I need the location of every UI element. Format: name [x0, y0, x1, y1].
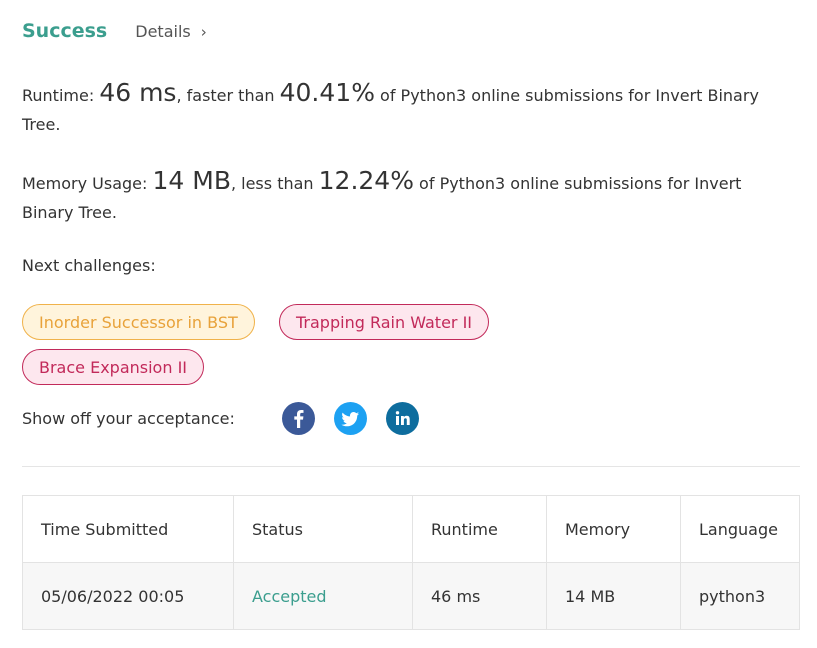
cell-status-link[interactable]: Accepted [233, 562, 413, 630]
next-challenges-label: Next challenges: [22, 256, 156, 275]
runtime-middle: , faster than [176, 86, 280, 105]
details-label: Details [135, 22, 191, 41]
runtime-value: 46 ms [99, 78, 177, 107]
runtime-stat: Runtime: 46 ms, faster than 40.41% of Py… [22, 78, 792, 139]
details-link[interactable]: Details › [135, 22, 206, 41]
memory-stat: Memory Usage: 14 MB, less than 12.24% of… [22, 166, 792, 227]
header-time-submitted[interactable]: Time Submitted [22, 495, 234, 563]
challenge-tag-trapping-rain-water[interactable]: Trapping Rain Water II [279, 304, 490, 340]
memory-percent: 12.24% [318, 166, 414, 195]
divider [22, 466, 800, 467]
header-language[interactable]: Language [680, 495, 800, 563]
memory-prefix: Memory Usage: [22, 174, 153, 193]
runtime-prefix: Runtime: [22, 86, 100, 105]
cell-language: python3 [680, 562, 800, 630]
header-memory[interactable]: Memory [546, 495, 681, 563]
runtime-percent: 40.41% [279, 78, 375, 107]
submissions-table: Time Submitted Status Runtime Memory Lan… [22, 495, 800, 630]
memory-value: 14 MB [152, 166, 231, 195]
header-status[interactable]: Status [233, 495, 413, 563]
linkedin-icon[interactable] [386, 402, 419, 435]
facebook-icon[interactable] [282, 402, 315, 435]
memory-middle: , less than [230, 174, 319, 193]
chevron-right-icon: › [200, 22, 207, 41]
twitter-icon[interactable] [334, 402, 367, 435]
table-header-row: Time Submitted Status Runtime Memory Lan… [22, 495, 800, 563]
share-label: Show off your acceptance: [22, 409, 235, 428]
cell-memory: 14 MB [546, 562, 681, 630]
share-row: Show off your acceptance: [22, 402, 438, 435]
challenge-tag-brace-expansion[interactable]: Brace Expansion II [22, 349, 204, 385]
result-header: Success Details › [22, 20, 207, 42]
status-title: Success [22, 20, 108, 42]
cell-runtime: 46 ms [412, 562, 547, 630]
cell-time-submitted: 05/06/2022 00:05 [22, 562, 234, 630]
table-row[interactable]: 05/06/2022 00:05 Accepted 46 ms 14 MB py… [22, 562, 800, 630]
header-runtime[interactable]: Runtime [412, 495, 547, 563]
challenge-tag-inorder-successor[interactable]: Inorder Successor in BST [22, 304, 255, 340]
